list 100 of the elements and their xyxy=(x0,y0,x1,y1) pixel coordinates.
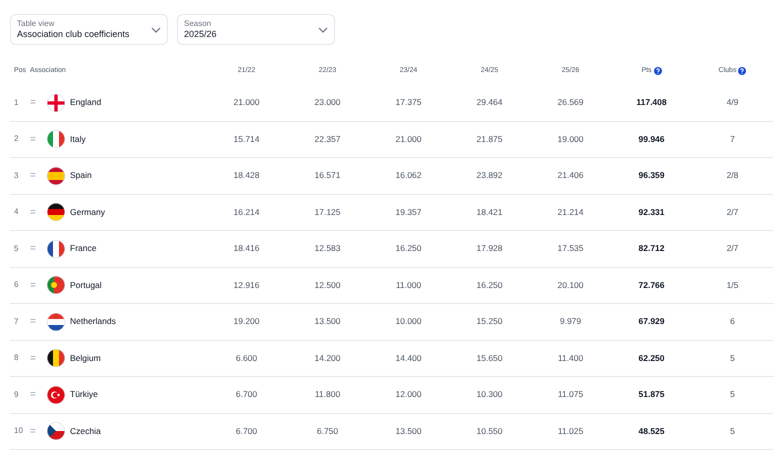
season-points-cell-text: 16.571 xyxy=(314,169,342,182)
season-points-cell-text: 16.214 xyxy=(232,206,260,219)
season-points-cell-text: 13.500 xyxy=(394,424,422,438)
season-points-cell-text: 6.700 xyxy=(234,424,258,438)
movement-indicator: = xyxy=(30,169,37,184)
clubs-cell-text: 5 xyxy=(729,388,736,402)
season-points-cell-text: 12.583 xyxy=(314,242,342,256)
dropdown-label: Table view xyxy=(17,20,56,28)
season-points-cell-text: 11.075 xyxy=(556,388,584,402)
position-cell-text: 9 xyxy=(13,388,20,401)
season-points-cell-text: 9.979 xyxy=(558,315,582,328)
position-cell-text: 10 xyxy=(13,425,24,438)
season-points-cell-text: 23.000 xyxy=(314,96,342,110)
season-points-cell-text: 13.500 xyxy=(314,315,342,328)
season-points-cell-text: 21.214 xyxy=(556,206,584,219)
season-points-cell-text: 16.250 xyxy=(476,278,504,292)
flag-icon xyxy=(47,276,65,294)
association-name[interactable]: England xyxy=(70,96,102,110)
dropdown-label: Season xyxy=(184,20,212,28)
season-points-cell-text: 15.650 xyxy=(476,352,504,365)
season-points-cell-text: 11.000 xyxy=(394,278,422,292)
movement-indicator: = xyxy=(30,96,37,110)
association-name[interactable]: Netherlands xyxy=(70,315,116,328)
chevron-down-icon xyxy=(151,26,161,32)
movement-indicator: = xyxy=(30,424,37,439)
position-cell-text: 7 xyxy=(13,316,20,328)
association-name[interactable]: Spain xyxy=(70,169,92,182)
total-points-cell-text: 72.766 xyxy=(638,278,666,292)
movement-indicator: = xyxy=(30,278,37,293)
season-points-cell-text: 10.550 xyxy=(476,424,504,438)
association-name[interactable]: Czechia xyxy=(70,424,101,438)
association-name[interactable]: Portugal xyxy=(70,278,102,292)
association-name[interactable]: France xyxy=(70,242,96,256)
help-icon[interactable] xyxy=(738,67,746,75)
total-points-cell-text: 51.875 xyxy=(638,388,666,402)
season-points-cell-text: 11.025 xyxy=(556,424,584,438)
position-cell-text: 1 xyxy=(13,96,20,109)
season-points-cell-text: 21.406 xyxy=(556,169,584,182)
total-points-cell-text: 92.331 xyxy=(638,206,666,219)
flag-icon xyxy=(47,94,65,112)
total-points-cell-text: 62.250 xyxy=(638,352,666,365)
season-points-cell-text: 6.600 xyxy=(234,352,258,365)
movement-indicator: = xyxy=(30,388,37,402)
season-points-cell-text: 19.000 xyxy=(556,132,584,146)
season-points-cell-text: 21.000 xyxy=(232,96,260,110)
dropdown[interactable]: Season 2025/26 xyxy=(177,14,335,45)
dropdown[interactable]: Table view Association club coefficients xyxy=(10,14,168,45)
flag-icon xyxy=(47,386,65,404)
season-points-cell-text: 10.000 xyxy=(394,315,422,328)
clubs-cell-text: 2/7 xyxy=(726,206,740,219)
clubs-cell-text: 7 xyxy=(729,132,736,146)
flag-icon xyxy=(47,130,65,148)
clubs-cell-text: 5 xyxy=(729,352,736,365)
clubs-cell-text: 2/7 xyxy=(726,242,740,256)
season-points-cell-text: 16.062 xyxy=(394,169,422,182)
dropdown-value: 2025/26 xyxy=(184,30,217,39)
season-points-cell-text: 17.375 xyxy=(394,96,422,110)
movement-indicator: = xyxy=(30,352,37,366)
clubs-cell-text: 4/9 xyxy=(726,96,740,110)
season-points-cell-text: 12.500 xyxy=(314,278,342,292)
season-points-cell-text: 12.000 xyxy=(394,388,422,402)
position-cell-text: 8 xyxy=(13,352,20,364)
season-points-cell-text: 19.200 xyxy=(232,315,260,328)
season-points-cell-text: 11.800 xyxy=(314,388,342,402)
flag-icon xyxy=(47,166,65,185)
flag-icon xyxy=(47,203,65,222)
clubs-cell-text: 2/8 xyxy=(726,169,740,182)
flag-icon xyxy=(47,349,65,368)
association-name[interactable]: Belgium xyxy=(70,352,101,365)
association-name[interactable]: Germany xyxy=(70,206,105,219)
season-points-cell-text: 22.357 xyxy=(314,132,342,146)
season-points-cell-text: 14.200 xyxy=(314,352,342,365)
season-points-cell-text: 17.928 xyxy=(476,242,504,256)
season-points-cell-text: 11.400 xyxy=(556,352,584,365)
position-cell-text: 2 xyxy=(13,133,20,146)
movement-indicator: = xyxy=(30,315,37,330)
total-points-cell-text: 48.525 xyxy=(638,424,666,438)
flag-icon xyxy=(47,312,65,331)
season-points-cell-text: 29.464 xyxy=(476,96,504,110)
movement-indicator: = xyxy=(30,242,37,256)
season-points-cell-text: 16.250 xyxy=(394,242,422,256)
association-name[interactable]: Italy xyxy=(70,132,86,146)
season-points-cell-text: 17.125 xyxy=(314,206,342,219)
total-points-cell-text: 117.408 xyxy=(635,96,668,110)
association-name[interactable]: Türkiye xyxy=(70,388,98,402)
help-icon[interactable] xyxy=(654,67,662,75)
flag-icon xyxy=(47,422,65,440)
total-points-cell-text: 96.359 xyxy=(638,169,666,182)
season-points-cell-text: 6.750 xyxy=(316,424,340,438)
season-points-cell-text: 23.892 xyxy=(476,169,504,182)
position-cell-text: 4 xyxy=(13,206,20,218)
season-points-cell-text: 6.700 xyxy=(234,388,258,402)
total-points-cell-text: 67.929 xyxy=(638,315,666,328)
position-cell-text: 6 xyxy=(13,279,20,292)
position-cell-text: 3 xyxy=(13,170,20,182)
season-points-cell-text: 26.569 xyxy=(556,96,584,110)
season-points-cell-text: 20.100 xyxy=(556,278,584,292)
season-points-cell-text: 21.875 xyxy=(476,132,504,146)
flag-icon xyxy=(47,240,65,258)
position-cell-text: 5 xyxy=(13,242,20,255)
